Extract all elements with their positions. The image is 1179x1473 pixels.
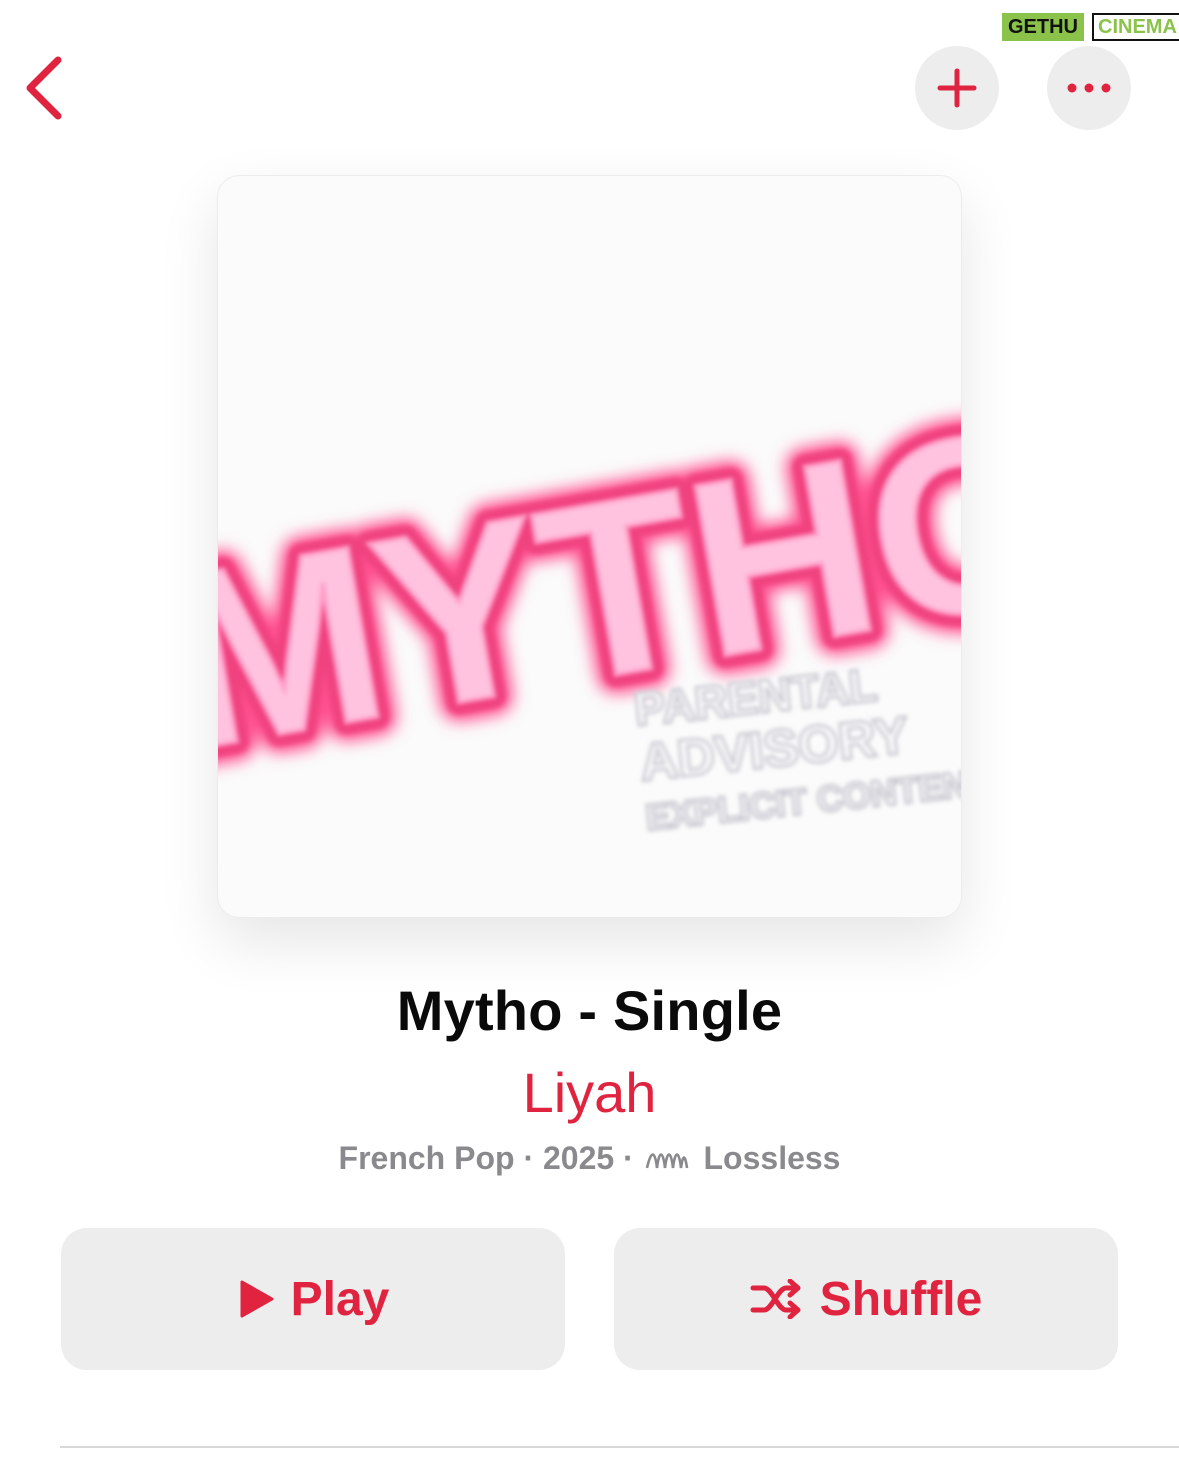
watermark-left: GETHU	[1002, 13, 1084, 41]
play-button[interactable]: Play	[61, 1228, 565, 1370]
quality-label: Lossless	[703, 1140, 841, 1177]
shuffle-icon	[750, 1279, 801, 1319]
album-artwork[interactable]: MYTHO MYTHO MYTHO PARENTAL ADVISORY EXPL…	[217, 175, 962, 918]
ellipsis-icon	[1067, 83, 1111, 93]
meta-separator: ·	[623, 1140, 634, 1177]
watermark-logo: GETHU CINEMA	[1002, 8, 1179, 48]
artist-link[interactable]: Liyah	[0, 1060, 1179, 1125]
play-label: Play	[290, 1272, 390, 1326]
album-title: Mytho - Single	[396, 979, 783, 1042]
play-icon	[240, 1280, 274, 1318]
chevron-left-icon	[26, 56, 62, 120]
add-button[interactable]	[915, 46, 999, 130]
genre-label: French Pop	[338, 1140, 515, 1177]
meta-separator: ·	[523, 1140, 535, 1177]
divider	[60, 1446, 1179, 1448]
year-label: 2025	[542, 1140, 615, 1177]
plus-icon	[937, 68, 977, 108]
artwork-graphic: MYTHO MYTHO MYTHO PARENTAL ADVISORY EXPL…	[218, 352, 961, 840]
lossless-icon	[645, 1152, 688, 1168]
shuffle-button[interactable]: Shuffle	[614, 1228, 1118, 1370]
shuffle-label: Shuffle	[819, 1272, 983, 1326]
more-options-button[interactable]	[1047, 46, 1131, 130]
back-button[interactable]	[18, 50, 78, 126]
album-meta: French Pop · 2025 · Lossless	[0, 1138, 1179, 1177]
watermark-right: CINEMA	[1092, 13, 1179, 41]
